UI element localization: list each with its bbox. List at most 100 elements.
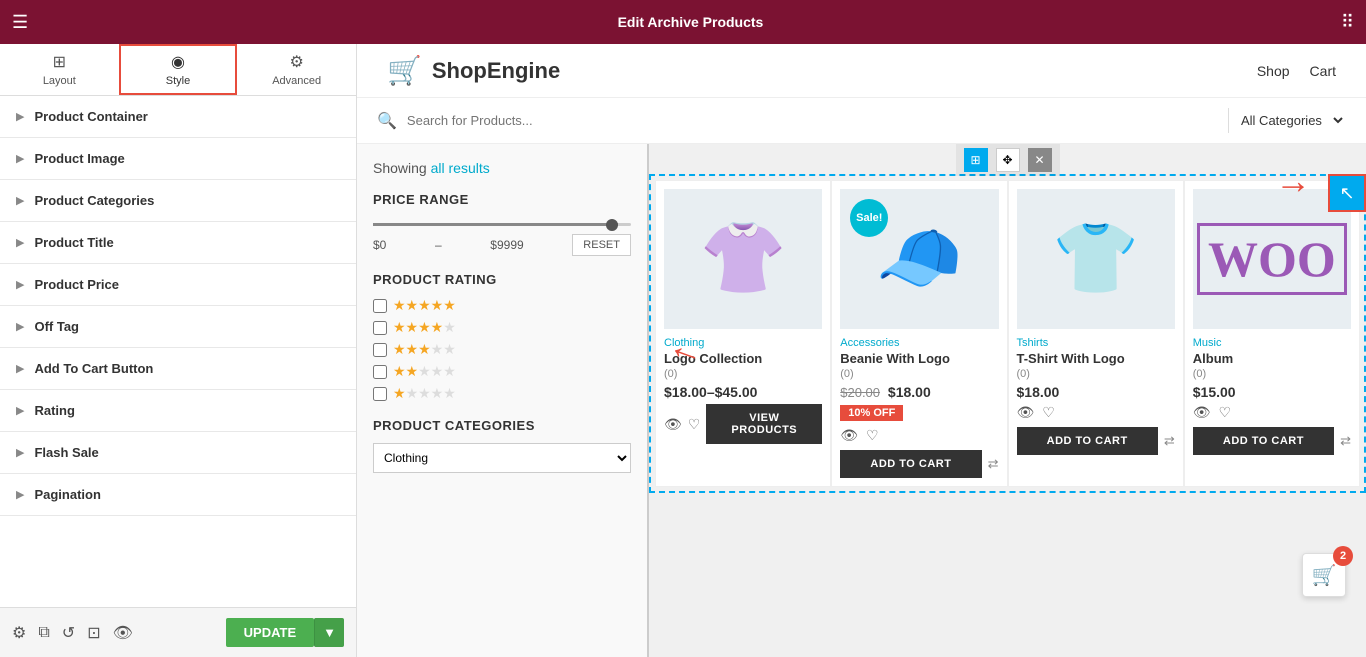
sidebar-item-product-categories[interactable]: ▶ Product Categories	[0, 180, 356, 222]
price-range-slider[interactable]	[373, 223, 631, 226]
sidebar-item-label: Flash Sale	[34, 445, 98, 460]
price-range-thumb[interactable]	[606, 219, 618, 231]
sidebar-item-add-to-cart[interactable]: ▶ Add To Cart Button	[0, 348, 356, 390]
sidebar-item-off-tag[interactable]: ▶ Off Tag	[0, 306, 356, 348]
nav-shop[interactable]: Shop	[1257, 63, 1290, 79]
toolbar-drag-icon[interactable]: ⊞	[964, 148, 988, 172]
stars-1: ★★★★★	[393, 385, 456, 402]
product-category-2: Accessories	[840, 337, 998, 349]
toolbar-move-icon[interactable]: ✥	[996, 148, 1020, 172]
sync-icon-2[interactable]: ⇄	[988, 456, 999, 472]
chevron-right-icon: ▶	[16, 362, 24, 375]
reset-button[interactable]: RESET	[572, 234, 631, 256]
layers-icon[interactable]: ⧉	[38, 624, 49, 642]
search-input[interactable]	[407, 113, 1218, 128]
tab-layout-label: Layout	[43, 75, 76, 87]
eye-icon-4[interactable]: 👁	[1193, 404, 1211, 421]
stars-5: ★★★★★	[393, 297, 456, 314]
update-button[interactable]: UPDATE	[226, 618, 314, 647]
toolbar-close-icon[interactable]: ✕	[1028, 148, 1052, 172]
product-image-1: 👚 Sale!	[664, 189, 822, 329]
settings-icon[interactable]: ⚙	[12, 623, 26, 643]
sidebar-item-flash-sale[interactable]: ▶ Flash Sale	[0, 432, 356, 474]
product-name-1: Logo Collection	[664, 351, 822, 366]
sync-icon-3[interactable]: ⇄	[1164, 433, 1175, 449]
chevron-right-icon: ▶	[16, 446, 24, 459]
price-range-fill	[373, 223, 618, 226]
price-values: $0 – $9999 RESET	[373, 234, 631, 256]
shop-nav: Shop Cart	[1257, 63, 1336, 79]
products-wrapper: ⊞ ✥ ✕ → ↖ →	[649, 144, 1366, 657]
product-card-4: WOO Music Album (0) $15.00 👁 ♡ ADD TO CA…	[1184, 180, 1360, 487]
heart-icon-4[interactable]: ♡	[1219, 404, 1232, 421]
sidebar-item-rating[interactable]: ▶ Rating	[0, 390, 356, 432]
category-select[interactable]: All Categories	[1228, 108, 1346, 133]
price-range-title: PRICE RANGE	[373, 192, 631, 207]
chevron-right-icon: ▶	[16, 194, 24, 207]
sale-badge-2: Sale!	[850, 199, 888, 237]
add-to-cart-button-4[interactable]: ADD TO CART	[1193, 427, 1334, 455]
update-arrow-button[interactable]: ▼	[314, 618, 344, 647]
rating-checkbox-4[interactable]	[373, 321, 387, 335]
product-image-icon-2: 🧢	[876, 218, 963, 300]
sidebar-item-product-price[interactable]: ▶ Product Price	[0, 264, 356, 306]
heart-icon-2[interactable]: ♡	[866, 427, 879, 444]
tab-advanced-label: Advanced	[272, 75, 321, 87]
view-products-button-1[interactable]: VIEW PRODUCTS	[706, 404, 822, 444]
cart-icon: 🛒	[1312, 563, 1337, 588]
sidebar-item-pagination[interactable]: ▶ Pagination	[0, 474, 356, 516]
add-to-cart-button-2[interactable]: ADD TO CART	[840, 450, 981, 478]
filter-sidebar: Showing all results PRICE RANGE $0 – $99…	[357, 144, 647, 657]
heart-icon-3[interactable]: ♡	[1042, 404, 1055, 421]
rating-row-3: ★★★★★	[373, 341, 631, 358]
product-image-icon-4: WOO	[1197, 223, 1347, 295]
menu-icon[interactable]: ☰	[12, 12, 28, 33]
filter-price-range: PRICE RANGE $0 – $9999 RESET	[373, 192, 631, 256]
eye-icon-3[interactable]: 👁	[1017, 404, 1035, 421]
rating-checkbox-1[interactable]	[373, 387, 387, 401]
search-icon: 🔍	[377, 111, 397, 131]
add-to-cart-button-3[interactable]: ADD TO CART	[1017, 427, 1158, 455]
sidebar-item-label: Add To Cart Button	[34, 361, 153, 376]
stars-2: ★★★★★	[393, 363, 456, 380]
product-card-2: 🧢 Sale! Accessories Beanie With Logo (0)…	[831, 180, 1007, 487]
rating-checkbox-3[interactable]	[373, 343, 387, 357]
product-bottom-row-3: ADD TO CART ⇄	[1017, 427, 1175, 455]
tab-advanced[interactable]: ⚙ Advanced	[237, 44, 356, 95]
history-icon[interactable]: ↺	[62, 623, 75, 643]
sync-icon-4[interactable]: ⇄	[1340, 433, 1351, 449]
nav-cart[interactable]: Cart	[1310, 63, 1336, 79]
products-grid: 👚 Sale! Clothing Logo Collection (0) $18…	[649, 174, 1366, 493]
tab-style[interactable]: ◉ Style	[119, 44, 238, 95]
results-label2: all results	[431, 160, 490, 176]
rating-checkbox-5[interactable]	[373, 299, 387, 313]
grid-icon[interactable]: ⠿	[1341, 12, 1354, 33]
categories-select[interactable]: Clothing	[373, 443, 631, 473]
eye-icon-2[interactable]: 👁	[840, 427, 858, 444]
sidebar-item-label: Off Tag	[34, 319, 79, 334]
rating-row-5: ★★★★★	[373, 297, 631, 314]
product-bottom-row-4: ADD TO CART ⇄	[1193, 427, 1351, 455]
rating-checkbox-2[interactable]	[373, 365, 387, 379]
sidebar-tabs: ⊞ Layout ◉ Style ⚙ Advanced	[0, 44, 356, 96]
eye-icon[interactable]: 👁	[113, 623, 133, 643]
chevron-right-icon: ▶	[16, 152, 24, 165]
rating-row-1: ★★★★★	[373, 385, 631, 402]
sidebar-item-label: Rating	[34, 403, 74, 418]
sidebar-item-product-container[interactable]: ▶ Product Container	[0, 96, 356, 138]
sidebar-item-product-title[interactable]: ▶ Product Title	[0, 222, 356, 264]
tab-layout[interactable]: ⊞ Layout	[0, 44, 119, 95]
corner-highlight-button[interactable]: ↖	[1328, 174, 1366, 212]
chevron-right-icon: ▶	[16, 278, 24, 291]
heart-icon-1[interactable]: ♡	[688, 416, 701, 433]
cart-button[interactable]: 🛒 2	[1302, 553, 1346, 597]
responsive-icon[interactable]: ⊡	[87, 623, 100, 643]
page-title: Edit Archive Products	[40, 14, 1341, 30]
stars-4: ★★★★★	[393, 319, 456, 336]
eye-icon-1[interactable]: 👁	[664, 416, 682, 433]
product-rating-4: (0)	[1193, 368, 1351, 380]
main-content: 🛒 ShopEngine Shop Cart 🔍 All Categories …	[357, 44, 1366, 657]
price-separator: –	[435, 238, 442, 252]
sidebar-item-product-image[interactable]: ▶ Product Image	[0, 138, 356, 180]
style-icon: ◉	[171, 52, 185, 72]
